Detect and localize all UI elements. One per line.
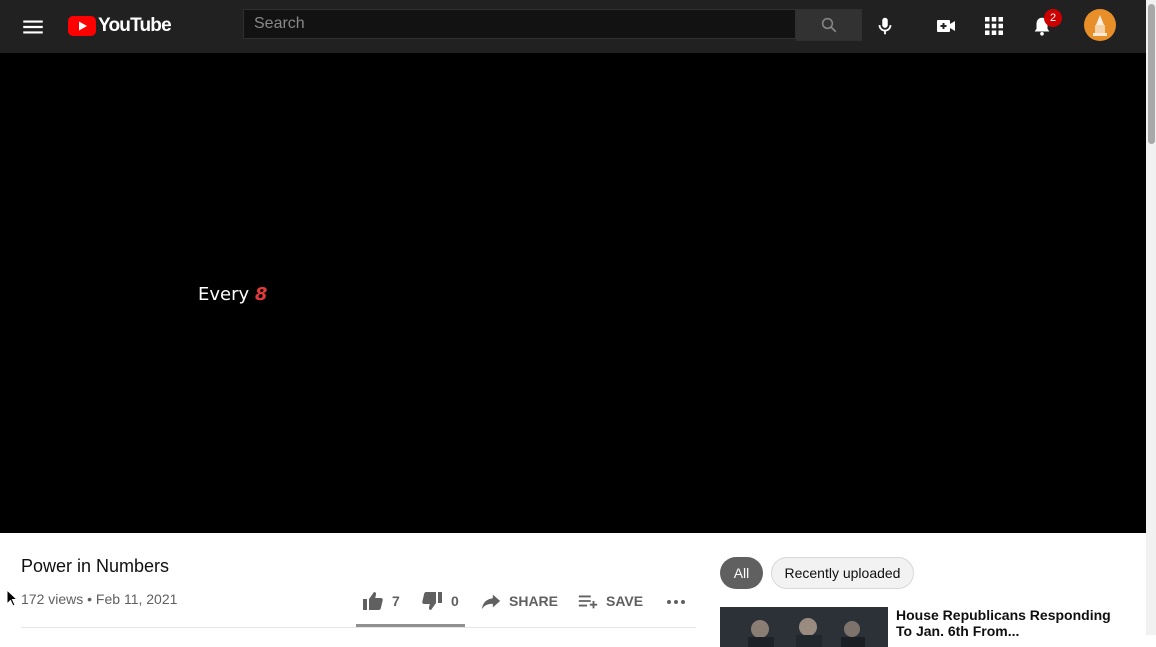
notification-count-badge: 2 [1044, 9, 1062, 27]
dislike-count: 0 [451, 593, 459, 609]
youtube-logo[interactable]: YouTube [68, 13, 172, 39]
video-frame-text: Every 8 [198, 284, 267, 305]
like-button[interactable]: 7 [360, 588, 400, 614]
recommendation-title[interactable]: House Republicans Responding To Jan. 6th… [896, 607, 1116, 639]
page-scrollbar-thumb[interactable] [1148, 4, 1155, 144]
save-label: SAVE [606, 593, 644, 609]
like-count: 7 [392, 593, 400, 609]
create-video-icon[interactable] [933, 13, 959, 39]
logo-text: YouTube [98, 15, 172, 36]
save-button[interactable]: SAVE [576, 588, 643, 614]
youtube-play-icon [68, 16, 96, 36]
chip-recently-uploaded[interactable]: Recently uploaded [771, 557, 914, 589]
playlist-add-icon [578, 595, 598, 609]
info-divider [21, 627, 696, 628]
search-bar [243, 9, 862, 41]
menu-icon[interactable] [20, 14, 46, 40]
thumbs-down-icon [422, 592, 442, 610]
apps-grid-icon[interactable] [981, 13, 1007, 39]
video-title: Power in Numbers [21, 556, 170, 576]
chip-all[interactable]: All [720, 557, 763, 589]
dislike-button[interactable]: 0 [419, 588, 459, 614]
search-icon [821, 17, 837, 33]
microphone-icon[interactable] [872, 13, 898, 39]
more-horizontal-icon [667, 600, 685, 604]
thumbnail-image [720, 607, 888, 647]
share-label: SHARE [509, 593, 559, 609]
video-frame-text-word: Every [198, 284, 255, 305]
share-button[interactable]: SHARE [479, 588, 558, 614]
search-button[interactable] [796, 9, 862, 41]
mouse-cursor-icon [6, 588, 19, 612]
video-frame-text-number: 8 [254, 284, 268, 305]
thumbs-up-icon [363, 592, 383, 610]
more-actions-button[interactable] [664, 588, 688, 614]
video-player[interactable] [0, 53, 1146, 533]
recommendation-thumbnail[interactable] [720, 607, 888, 647]
avatar[interactable] [1084, 9, 1116, 41]
search-input[interactable] [243, 9, 796, 39]
channel-avatar-icon [1093, 15, 1107, 36]
masthead: YouTube Search 2 [0, 0, 1146, 53]
share-arrow-icon [481, 594, 501, 610]
video-meta: 172 views • Feb 11, 2021 [21, 591, 178, 607]
